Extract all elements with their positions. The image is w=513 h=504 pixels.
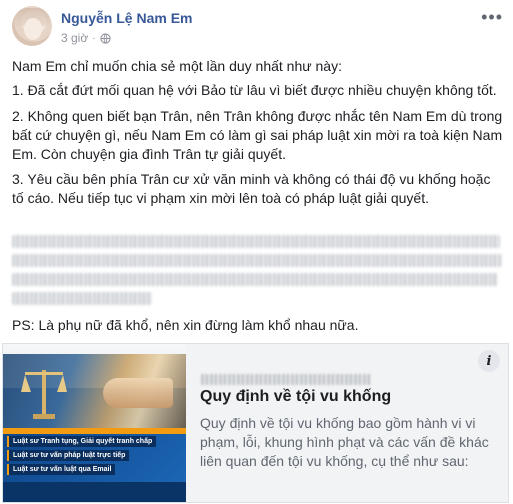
link-description: Quy định về tội vu khống bao gồm hành vi… [200,415,489,469]
meta-separator: · [92,32,96,44]
blurred-line [12,292,152,305]
post-paragraph: Nam Em chỉ muốn chia sẻ một lần duy nhất… [12,58,342,74]
post-timestamp[interactable]: 3 giờ [61,31,88,45]
facebook-post: Nguyễn Lệ Nam Em 3 giờ · ••• Nam Em chỉ … [0,0,513,504]
globe-icon[interactable] [99,32,111,44]
thumbnail-handshake [103,378,173,408]
post-paragraph: 3. Yêu cầu bên phía Trân cư xử văn minh … [12,171,491,206]
info-icon[interactable]: i [478,350,500,372]
author-name[interactable]: Nguyễn Lệ Nam Em [61,10,192,26]
blurred-line [12,254,502,267]
link-thumbnail[interactable]: Luật sư Tranh tụng, Giải quyết tranh chấ… [3,344,186,502]
author-avatar[interactable] [12,6,52,46]
thumbnail-footer [3,482,186,502]
thumbnail-accent-bar [3,428,186,434]
blurred-domain [201,374,371,385]
blurred-line [12,273,498,286]
post-meta: 3 giờ · [61,31,111,45]
thumbnail-badge: Luật sư tư vấn luật qua Email [7,464,116,475]
thumbnail-badge: Luật sư tư vấn pháp luật trực tiếp [7,450,130,461]
thumbnail-badge: Luật sư Tranh tụng, Giải quyết tranh chấ… [7,436,157,447]
post-ps: PS: Là phụ nữ đã khổ, nên xin đừng làm k… [12,317,359,333]
link-title[interactable]: Quy định về tội vu khống [200,388,391,406]
avatar-face [24,18,42,40]
blurred-paragraph [12,233,504,309]
blurred-line [12,235,500,248]
scales-of-justice-icon [21,370,67,419]
more-options-icon[interactable]: ••• [481,8,503,26]
post-paragraph: 1. Đã cắt đứt mối quan hệ với Bảo từ lâu… [12,82,497,98]
post-paragraph: 2. Không quen biết bạn Trân, nên Trân kh… [12,108,503,162]
link-preview-card[interactable]: Luật sư Tranh tụng, Giải quyết tranh chấ… [2,343,509,503]
